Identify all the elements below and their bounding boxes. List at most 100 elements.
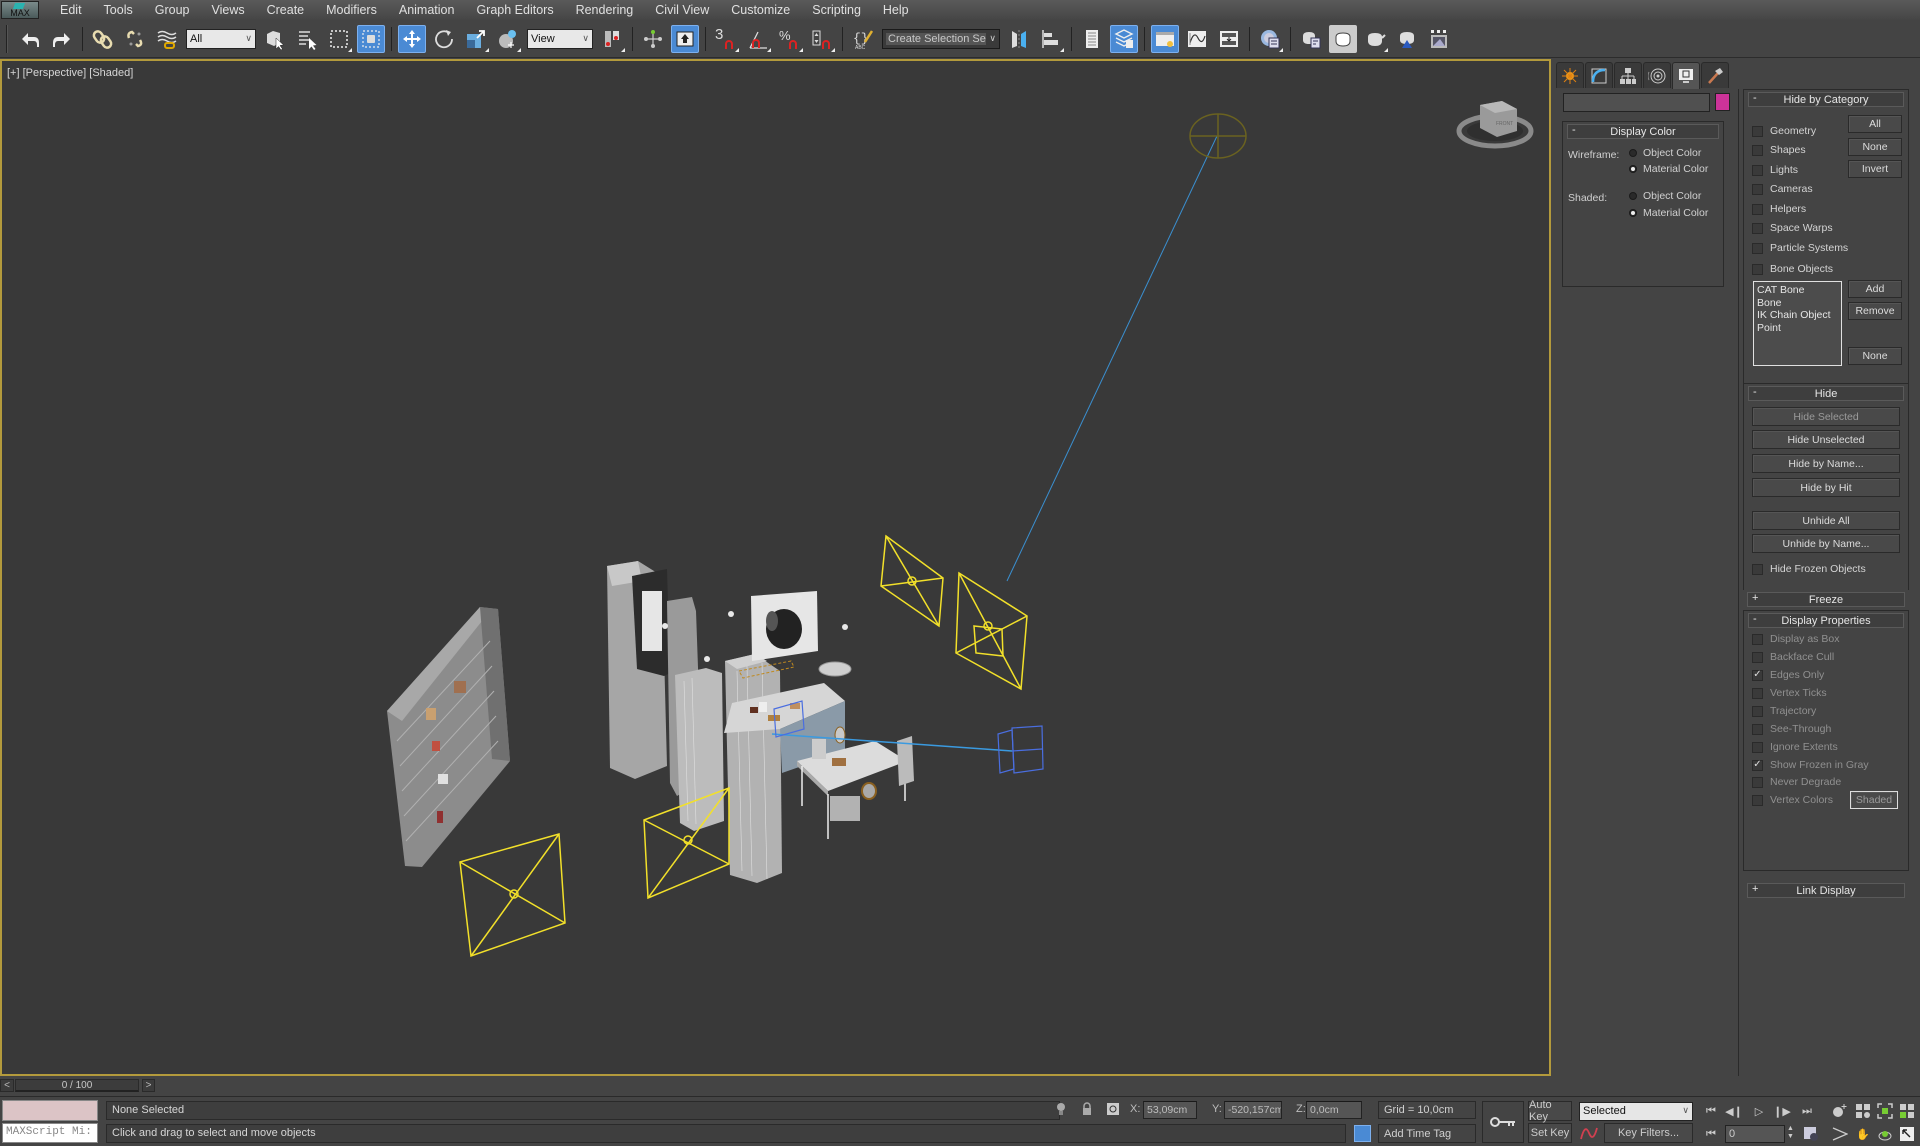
freeze-header[interactable]: + Freeze [1747,592,1905,607]
checkbox[interactable] [1752,651,1763,663]
render-in-cloud-button[interactable] [1393,25,1421,53]
set-key-toggle[interactable]: Set Key [1528,1123,1572,1143]
go-to-start-button[interactable]: ⏮ [1700,1102,1722,1120]
checkbox[interactable] [1752,242,1763,254]
percent-snap-toggle[interactable]: % [776,25,804,53]
a360-gallery-button[interactable] [1425,25,1453,53]
hide-lights-checkbox[interactable]: Lights [1752,163,1798,177]
hide-frozen-objects-checkbox[interactable]: Hide Frozen Objects [1752,562,1866,576]
perspective-viewport[interactable]: [+] [Perspective] [Shaded] FRONT [0,59,1551,1076]
edit-named-selection-sets-button[interactable]: {} ABC [849,25,877,53]
menu-views[interactable]: Views [200,0,255,20]
dining-table-model[interactable] [797,726,914,839]
align-button[interactable] [1037,25,1065,53]
checkbox[interactable] [1752,723,1763,735]
hide-particle-systems-checkbox[interactable]: Particle Systems [1752,241,1848,255]
vertex-colors-shaded-button[interactable]: Shaded [1850,791,1898,809]
ignore-extents-checkbox[interactable]: Ignore Extents [1752,740,1838,754]
vertex-ticks-checkbox[interactable]: Vertex Ticks [1752,686,1827,700]
hide-cameras-checkbox[interactable]: Cameras [1752,182,1813,196]
radio-button[interactable] [1629,149,1637,157]
bookcase-model[interactable] [387,607,510,867]
maxscript-listener-output[interactable] [2,1100,98,1121]
select-and-move-button[interactable] [398,24,426,53]
remove-category-button[interactable]: Remove [1848,302,1902,320]
checkbox[interactable] [1752,164,1763,176]
next-frame-button-pb[interactable]: ❙▶ [1771,1102,1793,1120]
hide-by-name-button[interactable]: Hide by Name... [1752,454,1900,473]
invert-categories-button[interactable]: Invert [1848,160,1902,178]
absolute-mode-transform-toggle[interactable] [1106,1102,1120,1116]
hide-selected-button[interactable]: Hide Selected [1752,407,1900,426]
hide-none-categories-button[interactable]: None [1848,138,1902,156]
redo-button[interactable] [48,25,76,53]
key-filters-button[interactable]: Key Filters... [1604,1123,1693,1143]
menu-civil-view[interactable]: Civil View [644,0,720,20]
wireframe-object-color-radio[interactable]: Object Color [1629,147,1701,159]
toolbar-grip[interactable] [6,24,8,53]
select-and-rotate-button[interactable] [430,25,458,53]
menu-create[interactable]: Create [256,0,316,20]
snaps-toggle[interactable]: 3 [712,25,740,53]
vertex-colors-checkbox[interactable]: Vertex Colors [1752,793,1833,807]
x-coordinate-field[interactable]: 53,09cm [1143,1101,1197,1119]
isolate-selection-toggle[interactable] [1054,1102,1068,1116]
checkbox[interactable] [1752,687,1763,699]
unlink-selection-button[interactable] [121,25,149,53]
radio-button[interactable] [1629,165,1637,173]
time-configuration-button[interactable] [1800,1125,1822,1143]
checkbox[interactable] [1752,794,1763,806]
area-light-gizmo[interactable] [880,534,944,628]
list-item[interactable]: Bone [1757,297,1838,310]
checkbox[interactable] [1752,263,1763,275]
shaded-material-color-radio[interactable]: Material Color [1629,207,1708,219]
previous-key-button[interactable]: ◀❙ [1723,1102,1745,1120]
key-mode-dropdown[interactable]: Selected ∨ [1579,1102,1693,1121]
menu-help[interactable]: Help [872,0,920,20]
maximize-viewport-toggle[interactable] [1896,1125,1918,1143]
list-item[interactable]: IK Chain Object [1757,309,1838,322]
previous-frame-button[interactable]: < [0,1079,14,1092]
checkbox[interactable] [1752,203,1763,215]
hide-bone-objects-checkbox[interactable]: Bone Objects [1752,262,1833,276]
zoom-extents-button[interactable] [1874,1102,1896,1120]
menu-modifiers[interactable]: Modifiers [315,0,388,20]
add-time-tag[interactable]: Add Time Tag [1378,1124,1476,1143]
frame-spinner[interactable]: ▲ ▼ [1786,1125,1795,1143]
selection-filter-dropdown[interactable]: All ∨ [186,28,256,49]
area-light-gizmo[interactable] [459,833,566,958]
display-as-box-checkbox[interactable]: Display as Box [1752,632,1839,646]
hide-shapes-checkbox[interactable]: Shapes [1752,143,1806,157]
rectangular-selection-region-button[interactable] [325,25,353,53]
angle-snap-toggle[interactable] [744,25,772,53]
list-item[interactable]: CAT Bone [1757,284,1838,297]
light-target-gizmo[interactable] [1189,113,1247,159]
z-coordinate-field[interactable]: 0,0cm [1306,1101,1362,1119]
select-and-place-button[interactable] [494,25,522,53]
select-object-button[interactable] [261,25,289,53]
hide-geometry-checkbox[interactable]: Geometry [1752,124,1816,138]
menu-animation[interactable]: Animation [388,0,466,20]
pan-view-button[interactable]: ✋ [1852,1125,1874,1143]
never-degrade-checkbox[interactable]: Never Degrade [1752,775,1841,789]
toggle-layer-explorer-button[interactable] [1110,24,1138,53]
hide-all-categories-button[interactable]: All [1848,115,1902,133]
radio-button[interactable] [1629,192,1637,200]
scene-canvas[interactable]: FRONT [2,61,1549,1074]
checkbox[interactable] [1752,633,1763,645]
link-display-header[interactable]: + Link Display [1747,883,1905,898]
viewcube[interactable]: FRONT [1456,101,1534,149]
field-of-view-button[interactable] [1829,1125,1851,1143]
menu-customize[interactable]: Customize [720,0,801,20]
menu-edit[interactable]: Edit [49,0,93,20]
display-properties-header[interactable]: - Display Properties [1748,613,1904,628]
reference-coordinate-dropdown[interactable]: View ∨ [527,28,593,49]
trajectory-checkbox[interactable]: Trajectory [1752,704,1816,718]
checkbox[interactable] [1752,144,1763,156]
bind-to-space-warp-button[interactable] [153,25,181,53]
select-and-scale-button[interactable] [462,25,490,53]
menu-tools[interactable]: Tools [93,0,144,20]
tab-motion[interactable] [1643,62,1671,88]
time-slider[interactable]: 0 / 100 [15,1079,139,1092]
orbit-button[interactable] [1874,1125,1896,1143]
